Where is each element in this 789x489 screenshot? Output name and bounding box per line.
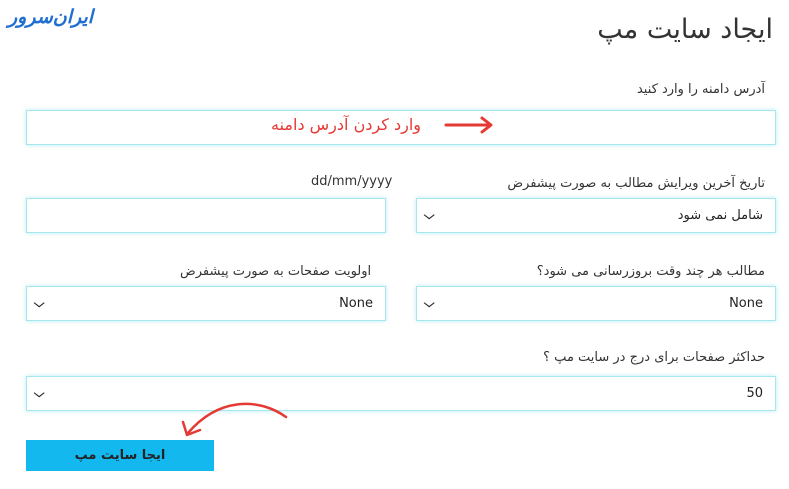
domain-label: آدرس دامنه را وارد کنید [636,82,765,97]
chevron-down-icon: ⌵ [423,296,435,310]
last-modified-value: شامل نمی شود [677,208,763,223]
max-pages-label: حداکثر صفحات برای درج در سایت مپ ؟ [543,350,765,365]
last-modified-label: تاریخ آخرین ویرایش مطالب به صورت پیشفرض [507,176,765,191]
chevron-down-icon: ⌵ [33,296,45,310]
date-format-hint: dd/mm/yyyy [311,174,393,189]
create-sitemap-button[interactable]: ایجا سایت مپ [26,440,214,471]
arrow-right-icon [444,116,493,134]
page-title: ایجاد سایت مپ [597,14,773,45]
priority-label: اولویت صفحات به صورت پیشفرض [180,264,372,279]
chevron-down-icon: ⌵ [33,386,45,400]
priority-value: None [339,296,373,311]
max-pages-value: 50 [746,386,763,401]
last-modified-select[interactable]: ⌵ شامل نمی شود [416,198,776,233]
priority-select[interactable]: ⌵ None [26,286,386,321]
change-frequency-value: None [729,296,763,311]
change-frequency-select[interactable]: ⌵ None [416,286,776,321]
curved-arrow-icon [181,402,288,437]
domain-annotation: وارد کردن آدرس دامنه [271,115,421,134]
max-pages-select[interactable]: ⌵ 50 [26,376,776,411]
logo: ایران‌سرور [8,6,94,28]
change-frequency-label: مطالب هر چند وقت بروزرسانی می شود؟ [536,264,765,279]
chevron-down-icon: ⌵ [423,208,435,222]
date-input[interactable] [26,198,386,233]
